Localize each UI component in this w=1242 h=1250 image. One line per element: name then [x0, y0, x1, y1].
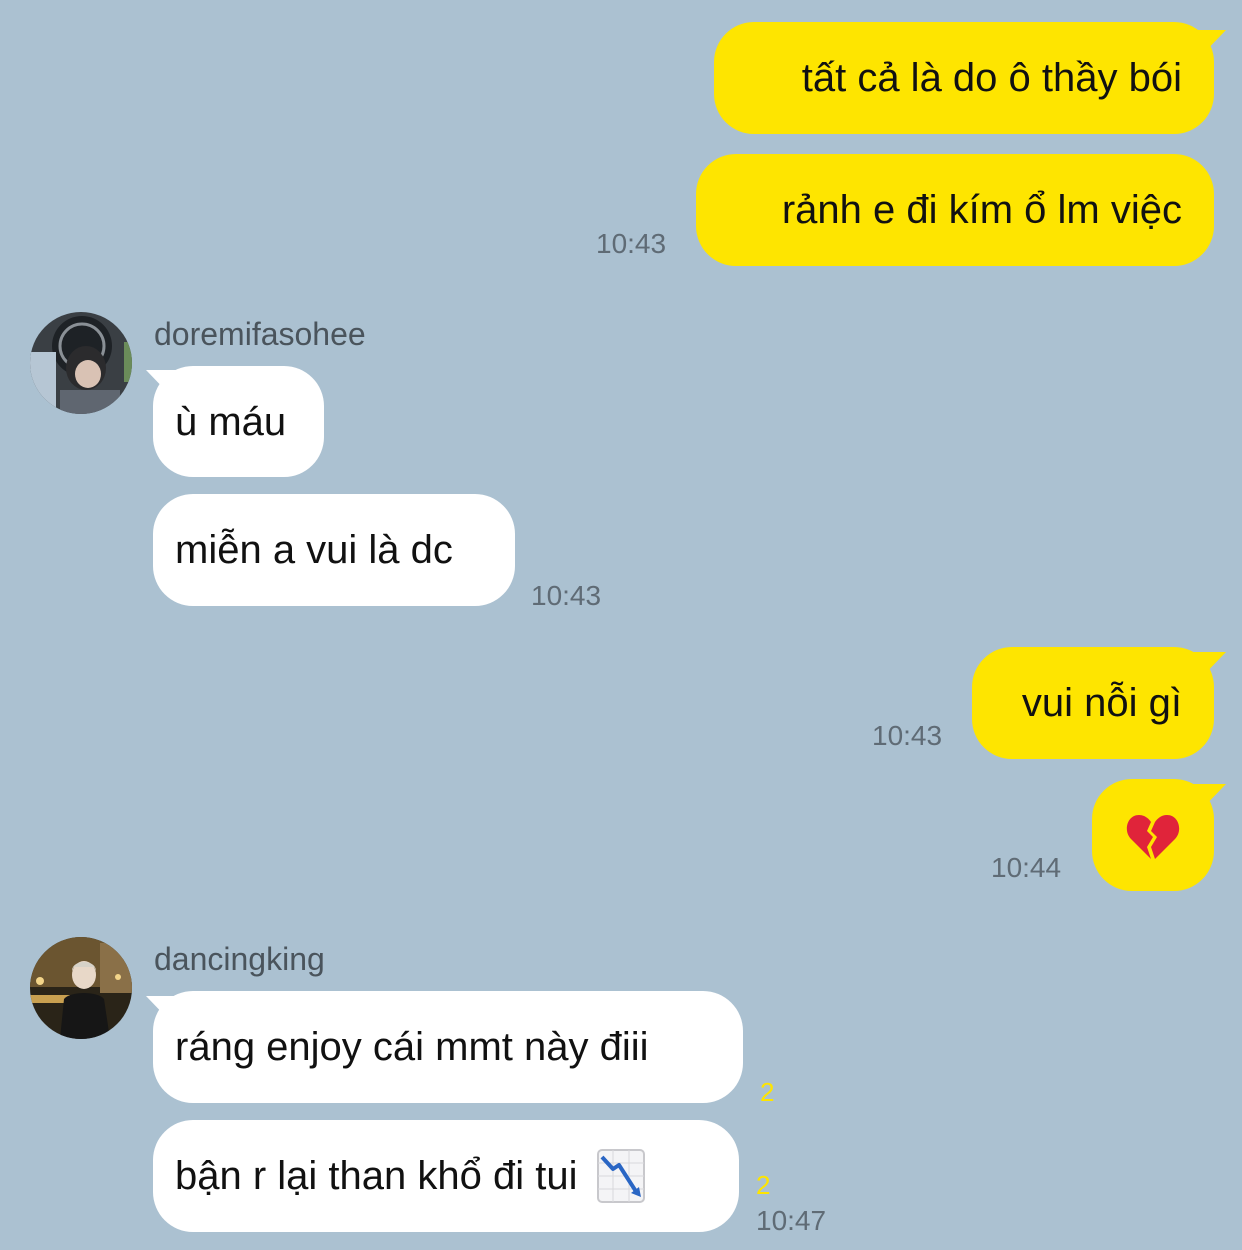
outgoing-message-bubble[interactable]: vui nỗi gì [972, 647, 1214, 759]
sender-avatar[interactable] [30, 312, 132, 414]
sender-avatar[interactable] [30, 937, 132, 1039]
message-text: tất cả là do ô thầy bói [801, 56, 1182, 100]
chart-decreasing-icon [597, 1149, 646, 1203]
message-timestamp: 10:43 [872, 720, 943, 751]
message-timestamp: 10:47 [756, 1205, 827, 1236]
message-timestamp: 10:44 [991, 852, 1062, 883]
incoming-message-bubble[interactable]: ráng enjoy cái mmt này điii [153, 991, 743, 1103]
message-text: rảnh e đi kím ổ lm việc [781, 188, 1182, 232]
message-text: vui nỗi gì [1021, 681, 1182, 725]
message-timestamp: 10:43 [531, 580, 602, 611]
avatar-photo [30, 937, 132, 1039]
incoming-message-bubble[interactable]: bận r lại than khổ đi tui [153, 1120, 739, 1232]
sender-name: doremifasohee [154, 316, 366, 352]
avatar-photo [30, 312, 132, 414]
broken-heart-icon [1126, 815, 1180, 859]
chat-thread: tất cả là do ô thầy bói 10:43 rảnh e đi … [0, 0, 1242, 1250]
unread-count: 2 [760, 1077, 775, 1107]
incoming-message-bubble[interactable]: ù máu [153, 366, 324, 477]
message-text: miễn a vui là dc [175, 528, 453, 572]
message-text: ù máu [175, 399, 287, 444]
outgoing-message-bubble[interactable]: rảnh e đi kím ổ lm việc [696, 154, 1214, 266]
outgoing-message-bubble[interactable]: tất cả là do ô thầy bói [714, 22, 1214, 134]
incoming-message-bubble[interactable]: miễn a vui là dc [153, 494, 515, 606]
message-text: ráng enjoy cái mmt này điii [175, 1025, 649, 1069]
sender-name: dancingking [154, 941, 325, 977]
message-text: bận r lại than khổ đi tui [175, 1154, 578, 1198]
unread-count: 2 [756, 1170, 771, 1200]
message-timestamp: 10:43 [596, 228, 667, 259]
